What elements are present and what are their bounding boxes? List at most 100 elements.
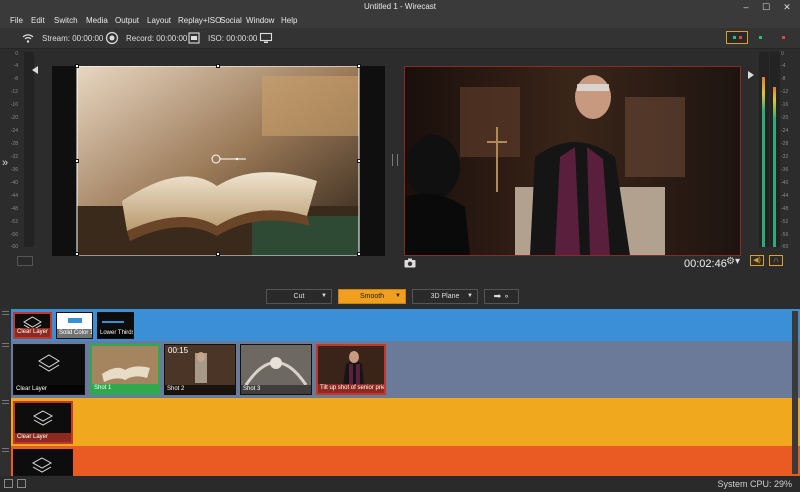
scale-label: -56 [781,232,789,238]
menu-output[interactable]: Output [115,16,139,25]
resize-handle[interactable] [357,252,361,256]
shot-lower-thirds[interactable]: Lower Thirds [97,312,134,339]
scale-label: -24 [10,128,18,134]
layer-handle[interactable] [0,446,11,476]
scale-label: 0 [15,51,18,57]
scale-label: -4 [781,63,786,69]
resize-handle[interactable] [216,252,220,256]
resize-handle[interactable] [357,159,361,163]
menu-layout[interactable]: Layout [147,16,171,25]
scale-label: -60 [10,244,18,250]
expand-sidebar-icon[interactable]: » [2,157,8,169]
stream-timer: Stream: 00:00:00 [42,34,104,43]
title-bar: Untitled 1 - Wirecast – ☐ ✕ [0,0,800,14]
layer-handle[interactable] [0,309,11,341]
shot-1[interactable]: Shot 1 [90,344,160,395]
output-monitor-icon[interactable] [259,31,273,45]
snapshot-camera-icon[interactable] [404,258,416,268]
scale-label: -32 [781,154,789,160]
speaker-icon[interactable]: ◀) [750,255,764,266]
go-transition-button[interactable]: ➡ ∘ [484,289,519,304]
menu-switch[interactable]: Switch [54,16,78,25]
menu-social[interactable]: Social [220,16,242,25]
preview-live-area: 0 -4 -8 -12 -16 -20 -24 -28 -32 -36 -40 … [0,49,800,271]
live-time: 00:02:46 [684,258,727,270]
layers-stack-icon [31,457,53,473]
right-volume-handle-icon[interactable] [748,71,754,79]
scale-label: -12 [781,89,789,95]
preview-monitor[interactable] [52,64,385,256]
resize-handle[interactable] [357,64,361,68]
menu-media[interactable]: Media [86,16,108,25]
cut-transition-button[interactable]: Cut ▼ [266,289,332,304]
right-meter-level [773,87,776,247]
shot-label: Clear Layer [15,433,71,442]
scale-label: -44 [781,193,789,199]
layout-live-button[interactable] [772,31,794,44]
wifi-stream-icon[interactable] [21,31,35,45]
resize-handle[interactable] [75,64,79,68]
shot-3[interactable]: Shot 3 [240,344,312,395]
menu-replay-iso[interactable]: Replay+ISO [178,16,221,25]
headphones-icon[interactable]: ∩ [769,255,783,266]
layers-scrollbar[interactable] [792,311,798,474]
wirecast-window: Untitled 1 - Wirecast – ☐ ✕ File Edit Sw… [0,0,800,492]
scale-label: -28 [781,141,789,147]
smooth-transition-button[interactable]: Smooth ▼ [338,289,406,304]
toolbar: Stream: 00:00:00 Record: 00:00:00 ISO: 0… [0,28,800,49]
shot-2[interactable]: 00:15 Shot 2 [164,344,236,395]
scale-label: -40 [781,180,789,186]
live-monitor [404,66,741,256]
close-button[interactable]: ✕ [777,1,797,13]
right-meter-level [762,77,765,247]
scale-label: 0 [781,51,784,57]
shot-clear-layer[interactable] [13,449,73,476]
layer-handle[interactable] [0,341,11,398]
scale-label: -60 [781,244,789,250]
menu-file[interactable]: File [10,16,23,25]
scale-label: -8 [781,76,786,82]
anchor-crosshair-icon[interactable] [210,153,250,165]
scale-label: -4 [13,63,18,69]
shot-tilt-up-priest[interactable]: Tilt up shot of senior priest [316,344,386,395]
iso-icon[interactable] [187,31,201,45]
3d-plane-transition-button[interactable]: 3D Plane ▼ [412,289,478,304]
shot-clear-layer[interactable]: Clear Layer [13,312,52,339]
menu-help[interactable]: Help [281,16,297,25]
lower-third-bar [102,321,124,323]
left-volume-handle-icon[interactable] [32,66,38,74]
shot-clear-layer[interactable]: Clear Layer [13,401,73,444]
left-audio-meter [24,52,34,247]
shot-thumbnail [318,346,384,386]
layer-1: Clear Layer Solid Color 1 Lower Thirds [0,309,800,341]
shot-label: Clear Layer [15,328,50,337]
left-mute-button[interactable] [17,256,33,266]
resize-handle[interactable] [75,252,79,256]
resize-handle[interactable] [75,159,79,163]
split-divider-handle[interactable] [392,154,398,166]
shot-solid-color[interactable]: Solid Color 1 [56,312,93,339]
maximize-button[interactable]: ☐ [756,1,776,13]
layout-dual-button[interactable] [726,31,748,44]
shot-label: Solid Color 1 [57,329,93,338]
resize-handle[interactable] [216,64,220,68]
transition-bar: Cut ▼ Smooth ▼ 3D Plane ▼ ➡ ∘ [0,271,800,309]
minimize-button[interactable]: – [736,1,756,13]
shot-clear-layer[interactable]: Clear Layer [13,344,85,395]
remove-layer-icon[interactable] [17,479,26,488]
settings-gear-icon[interactable]: ⚙▾ [726,256,740,267]
live-image [405,67,740,255]
layer-3: Clear Layer [0,398,800,446]
layout-preview-button[interactable] [749,31,771,44]
scale-label: -12 [10,89,18,95]
scale-label: -16 [781,102,789,108]
menu-edit[interactable]: Edit [31,16,45,25]
record-icon[interactable] [105,31,119,45]
add-layer-icon[interactable] [4,479,13,488]
layer-handle[interactable] [0,398,11,446]
scale-label: -36 [781,167,789,173]
menu-window[interactable]: Window [246,16,274,25]
scale-label: -24 [781,128,789,134]
scale-label: -48 [10,206,18,212]
shot-label: Shot 2 [165,385,235,394]
